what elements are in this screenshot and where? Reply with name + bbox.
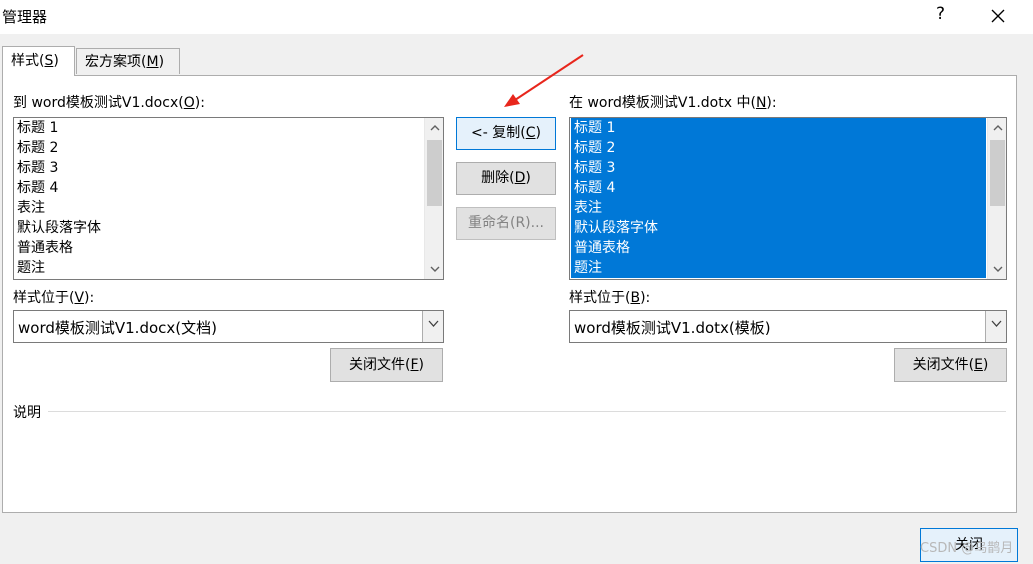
right-list-label: 在 word模板测试V1.dotx 中(N): <box>569 95 777 111</box>
description-label: 说明 <box>13 405 41 421</box>
list-item[interactable]: 表注 <box>14 198 423 218</box>
right-list-scrollbar[interactable] <box>987 118 1006 279</box>
watermark: CSDN @乌鹊月 <box>920 541 1014 556</box>
left-list-label: 到 word模板测试V1.docx(O): <box>13 95 205 111</box>
delete-button[interactable]: 删除(D) <box>456 162 556 195</box>
scroll-up-icon[interactable] <box>988 118 1006 138</box>
title-bar <box>0 0 1033 34</box>
left-list-scrollbar[interactable] <box>424 118 443 279</box>
list-item[interactable]: 标题 3 <box>571 158 986 178</box>
close-window-button[interactable] <box>987 0 1011 32</box>
list-item[interactable]: 题注 <box>571 258 986 278</box>
list-item[interactable]: 标题 2 <box>14 138 423 158</box>
rename-button[interactable]: 重命名(R)... <box>456 207 556 240</box>
scroll-thumb[interactable] <box>427 140 442 206</box>
list-item[interactable]: 标题 4 <box>14 178 423 198</box>
scroll-up-icon[interactable] <box>425 118 443 138</box>
right-styles-list[interactable]: 标题 1 标题 2 标题 3 标题 4 表注 默认段落字体 普通表格 题注 <box>569 117 1007 280</box>
list-item[interactable]: 标题 2 <box>571 138 986 158</box>
list-item[interactable]: 标题 4 <box>571 178 986 198</box>
tab-styles[interactable]: 样式(S) <box>2 46 75 76</box>
list-item[interactable]: 标题 3 <box>14 158 423 178</box>
list-item[interactable]: 普通表格 <box>571 238 986 258</box>
description-divider <box>48 411 1006 412</box>
scroll-down-icon[interactable] <box>988 259 1006 279</box>
list-item[interactable]: 题注 <box>14 258 423 278</box>
list-item[interactable]: 标题 1 <box>14 118 423 138</box>
chevron-down-icon[interactable] <box>422 311 443 342</box>
list-item[interactable]: 普通表格 <box>14 238 423 258</box>
copy-button[interactable]: <- 复制(C) <box>456 117 556 150</box>
left-close-file-button[interactable]: 关闭文件(F) <box>330 348 443 382</box>
scroll-thumb[interactable] <box>990 140 1005 206</box>
list-item[interactable]: 表注 <box>571 198 986 218</box>
help-button[interactable]: ? <box>936 4 945 24</box>
list-item[interactable]: 默认段落字体 <box>571 218 986 238</box>
right-location-select[interactable]: word模板测试V1.dotx(模板) <box>569 310 1007 343</box>
scroll-down-icon[interactable] <box>425 259 443 279</box>
right-location-label: 样式位于(B): <box>569 290 651 306</box>
left-styles-list[interactable]: 标题 1 标题 2 标题 3 标题 4 表注 默认段落字体 普通表格 题注 <box>13 117 444 280</box>
window-title: 管理器 <box>2 8 48 26</box>
list-item[interactable]: 默认段落字体 <box>14 218 423 238</box>
right-close-file-button[interactable]: 关闭文件(E) <box>894 348 1007 382</box>
chevron-down-icon[interactable] <box>985 311 1006 342</box>
list-item[interactable]: 标题 1 <box>571 118 986 138</box>
tab-macro-items[interactable]: 宏方案项(M) <box>76 48 180 74</box>
left-location-select[interactable]: word模板测试V1.docx(文档) <box>13 310 444 343</box>
close-icon <box>991 9 1005 23</box>
left-location-label: 样式位于(V): <box>13 290 95 306</box>
